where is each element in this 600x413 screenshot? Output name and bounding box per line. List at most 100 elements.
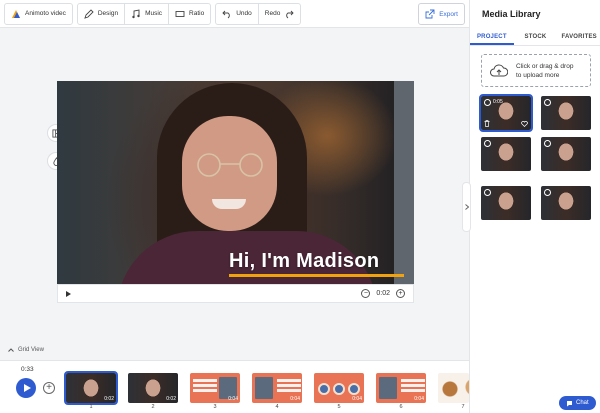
scene-duration: 0:04 bbox=[228, 396, 238, 402]
zoom-icon[interactable] bbox=[544, 140, 551, 147]
play-icon[interactable] bbox=[544, 99, 551, 106]
redo-icon bbox=[286, 10, 294, 18]
media-item[interactable] bbox=[481, 186, 531, 220]
add-scene-button[interactable]: + bbox=[43, 382, 55, 394]
subject-smile bbox=[212, 199, 246, 209]
preview-player-bar: − 0:02 + bbox=[57, 284, 414, 303]
media-duration: 0:05 bbox=[493, 99, 503, 105]
project-name-button[interactable]: Animoto videc bbox=[5, 4, 72, 24]
scene-image-block bbox=[379, 377, 397, 399]
upload-dropzone[interactable]: Click or drag & drop to upload more bbox=[481, 54, 591, 87]
design-label: Design bbox=[97, 10, 119, 17]
scene-timeline: 0:33 + 0:02 1 0:02 2 0:04 3 0:04 4 0:04 … bbox=[0, 360, 469, 413]
scene-duration: 0:04 bbox=[290, 396, 300, 402]
preview-time: 0:02 bbox=[376, 290, 390, 297]
media-library-panel: Media Library PROJECT STOCK FAVORITES Cl… bbox=[469, 0, 600, 413]
play-icon[interactable] bbox=[484, 99, 491, 106]
export-icon bbox=[425, 9, 435, 19]
redo-button[interactable]: Redo bbox=[259, 4, 301, 24]
total-duration: 0:33 bbox=[21, 366, 34, 373]
scene-thumbnail[interactable]: 0:02 bbox=[64, 371, 118, 405]
upload-line-1: Click or drag & drop bbox=[516, 62, 574, 70]
media-item[interactable] bbox=[541, 96, 591, 130]
scene-plate bbox=[318, 383, 330, 395]
scene-number: 1 bbox=[89, 404, 93, 410]
tab-project[interactable]: PROJECT bbox=[470, 30, 514, 45]
undo-icon bbox=[222, 10, 230, 18]
chat-bubble-icon bbox=[567, 400, 572, 406]
chat-button[interactable]: Chat bbox=[559, 396, 596, 410]
scene-number: 4 bbox=[275, 404, 279, 410]
subject-glasses bbox=[197, 153, 263, 177]
grid-view-toggle[interactable]: Grid View bbox=[8, 347, 44, 353]
pencil-icon bbox=[84, 8, 94, 19]
chevron-up-icon bbox=[8, 348, 14, 352]
music-button[interactable]: Music bbox=[125, 3, 170, 24]
history-group: Undo Redo bbox=[215, 2, 302, 25]
undo-button[interactable]: Undo bbox=[216, 3, 259, 24]
redo-label: Redo bbox=[264, 10, 281, 17]
video-frame-edge bbox=[394, 81, 414, 284]
scene-duration: 0:04 bbox=[352, 396, 362, 402]
scene-duration: 0:04 bbox=[414, 396, 424, 402]
cloud-upload-icon bbox=[490, 63, 508, 76]
video-preview[interactable]: Hi, I'm Madison bbox=[57, 81, 414, 284]
style-group: Design Music Ratio bbox=[76, 2, 212, 25]
export-button[interactable]: Export bbox=[418, 3, 465, 25]
ratio-button[interactable]: Ratio bbox=[169, 4, 210, 24]
scene-number: 3 bbox=[213, 404, 217, 410]
scene-plate bbox=[333, 383, 345, 395]
scene-duration: 0:02 bbox=[166, 396, 176, 402]
grid-view-label: Grid View bbox=[18, 347, 44, 353]
scene-thumbnail[interactable] bbox=[438, 373, 469, 403]
scene-duration: 0:02 bbox=[104, 396, 114, 402]
scene-thumbnail[interactable]: 0:04 bbox=[376, 373, 426, 403]
animoto-logo-icon bbox=[12, 9, 20, 18]
scene-text-block bbox=[401, 379, 425, 382]
collapse-panel-button[interactable] bbox=[462, 182, 471, 232]
project-name: Animoto videc bbox=[25, 10, 66, 17]
preview-play-icon[interactable] bbox=[66, 290, 71, 297]
scene-number: 2 bbox=[151, 404, 155, 410]
tab-favorites[interactable]: FAVORITES bbox=[557, 30, 600, 45]
media-tabs: PROJECT STOCK FAVORITES bbox=[470, 30, 600, 46]
scene-plate bbox=[348, 383, 360, 395]
scene-image-block bbox=[255, 377, 273, 399]
time-controls: − 0:02 + bbox=[361, 289, 405, 298]
caption-underline bbox=[229, 274, 404, 277]
media-item[interactable]: 0:05 bbox=[479, 94, 533, 132]
scene-thumbnail[interactable]: 0:04 bbox=[252, 373, 302, 403]
zoom-icon[interactable] bbox=[544, 189, 551, 196]
video-caption[interactable]: Hi, I'm Madison bbox=[229, 250, 379, 273]
media-item[interactable] bbox=[541, 137, 591, 171]
scene-text-block bbox=[193, 379, 217, 382]
scene-number: 6 bbox=[399, 404, 403, 410]
export-label: Export bbox=[439, 10, 458, 18]
panel-title: Media Library bbox=[482, 9, 541, 19]
play-button[interactable] bbox=[16, 378, 36, 398]
scene-thumbnail[interactable]: 0:04 bbox=[190, 373, 240, 403]
media-item[interactable] bbox=[541, 186, 591, 220]
design-button[interactable]: Design bbox=[78, 3, 126, 24]
tab-stock[interactable]: STOCK bbox=[514, 30, 558, 45]
chat-label: Chat bbox=[576, 400, 589, 406]
scene-thumbnail[interactable]: 0:02 bbox=[128, 373, 178, 403]
project-group: Animoto videc bbox=[4, 2, 73, 25]
editor-toolbar: Animoto videc Design Music Ratio Undo Re… bbox=[0, 0, 469, 28]
media-item[interactable] bbox=[481, 137, 531, 171]
upload-text: Click or drag & drop to upload more bbox=[516, 62, 573, 80]
zoom-icon[interactable] bbox=[484, 140, 491, 147]
music-note-icon bbox=[132, 8, 140, 18]
ratio-label: Ratio bbox=[189, 10, 205, 17]
upload-line-2: to upload more bbox=[516, 71, 560, 79]
undo-label: Undo bbox=[236, 10, 252, 17]
chevron-right-icon bbox=[464, 204, 469, 210]
trash-icon[interactable] bbox=[484, 120, 490, 127]
minus-icon[interactable]: − bbox=[361, 289, 371, 298]
heart-icon[interactable] bbox=[521, 121, 528, 127]
aspect-ratio-icon bbox=[175, 10, 185, 17]
scene-thumbnail[interactable]: 0:04 bbox=[314, 373, 364, 403]
zoom-icon[interactable] bbox=[484, 189, 491, 196]
canvas-stage: Hi, I'm Madison − 0:02 + bbox=[0, 28, 469, 360]
plus-icon[interactable]: + bbox=[396, 289, 405, 298]
